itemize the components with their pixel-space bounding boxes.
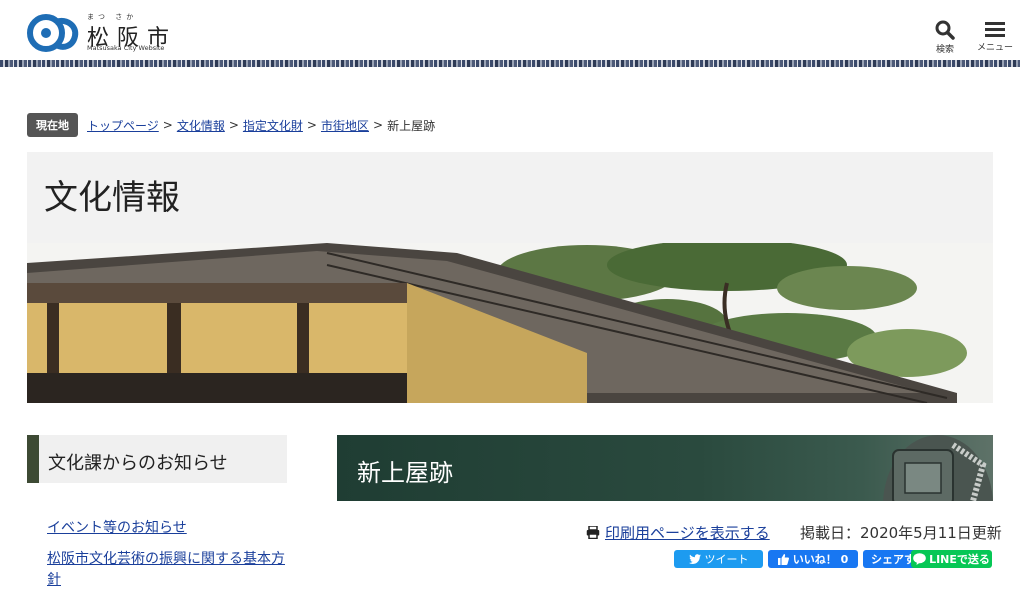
breadcrumb-separator: > (373, 118, 384, 132)
article-title-band: 新上屋跡 (337, 435, 993, 501)
publish-date: 掲載日：2020年5月11日更新 (800, 524, 1002, 542)
thumbs-up-icon (777, 553, 789, 565)
search-label: 検索 (935, 45, 954, 55)
breadcrumb-current: 新上屋跡 (387, 118, 436, 133)
section-title-block: 文化情報 (27, 152, 993, 243)
tweet-label: ツイート (704, 553, 749, 566)
site-header: まつ さか 松阪市 Matsusaka City Website 検索 メニュー (0, 0, 1020, 60)
search-icon (935, 20, 955, 40)
breadcrumb-link-designated[interactable]: 指定文化財 (243, 117, 303, 134)
facebook-like-button[interactable]: いいね！ 0 (768, 550, 858, 568)
line-share-button[interactable]: LINEで送る (911, 550, 992, 568)
like-label: いいね！ 0 (792, 553, 849, 566)
breadcrumb: 現在地 トップページ > 文化情報 > 指定文化財 > 市街地区 > 新上屋跡 (27, 113, 436, 137)
tweet-button[interactable]: ツイート (674, 550, 763, 568)
hero-illustration (27, 243, 967, 403)
twitter-bird-icon (688, 554, 701, 564)
printer-icon (586, 526, 600, 539)
header-pattern-band (0, 60, 1020, 67)
site-logo[interactable]: まつ さか 松阪市 Matsusaka City Website (27, 12, 177, 54)
breadcrumb-separator: > (228, 118, 239, 132)
hamburger-menu-icon (985, 22, 1005, 37)
search-button[interactable]: 検索 (923, 20, 967, 60)
line-label: LINEで送る (929, 553, 990, 566)
city-emblem-icon (27, 14, 79, 52)
print-row: 印刷用ページを表示する (586, 522, 770, 543)
sidebar-link-basic-policy[interactable]: 松阪市文化芸術の振興に関する基本方針 (47, 549, 287, 592)
sidebar-heading: 文化課からのお知らせ (48, 453, 228, 474)
breadcrumb-link-district[interactable]: 市街地区 (321, 117, 369, 134)
section-title: 文化情報 (44, 178, 180, 218)
breadcrumb-separator: > (162, 118, 173, 132)
print-page-link[interactable]: 印刷用ページを表示する (605, 522, 770, 543)
menu-label: メニュー (976, 43, 1013, 53)
breadcrumb-link-top[interactable]: トップページ (87, 117, 159, 134)
article-title: 新上屋跡 (357, 459, 453, 487)
lantern-decoration-icon (883, 435, 993, 501)
breadcrumb-separator: > (306, 118, 317, 132)
breadcrumb-label: 現在地 (27, 113, 78, 137)
sidebar-links: イベント等のお知らせ 松阪市文化芸術の振興に関する基本方針 (47, 518, 287, 601)
menu-button[interactable]: メニュー (973, 20, 1017, 60)
sidebar-heading-box: 文化課からのお知らせ (27, 435, 287, 483)
breadcrumb-link-culture[interactable]: 文化情報 (177, 117, 225, 134)
sidebar-link-events[interactable]: イベント等のお知らせ (47, 518, 287, 540)
hero-image (27, 243, 993, 403)
line-logo-icon (913, 553, 926, 565)
logo-subtitle: Matsusaka City Website (87, 44, 165, 52)
